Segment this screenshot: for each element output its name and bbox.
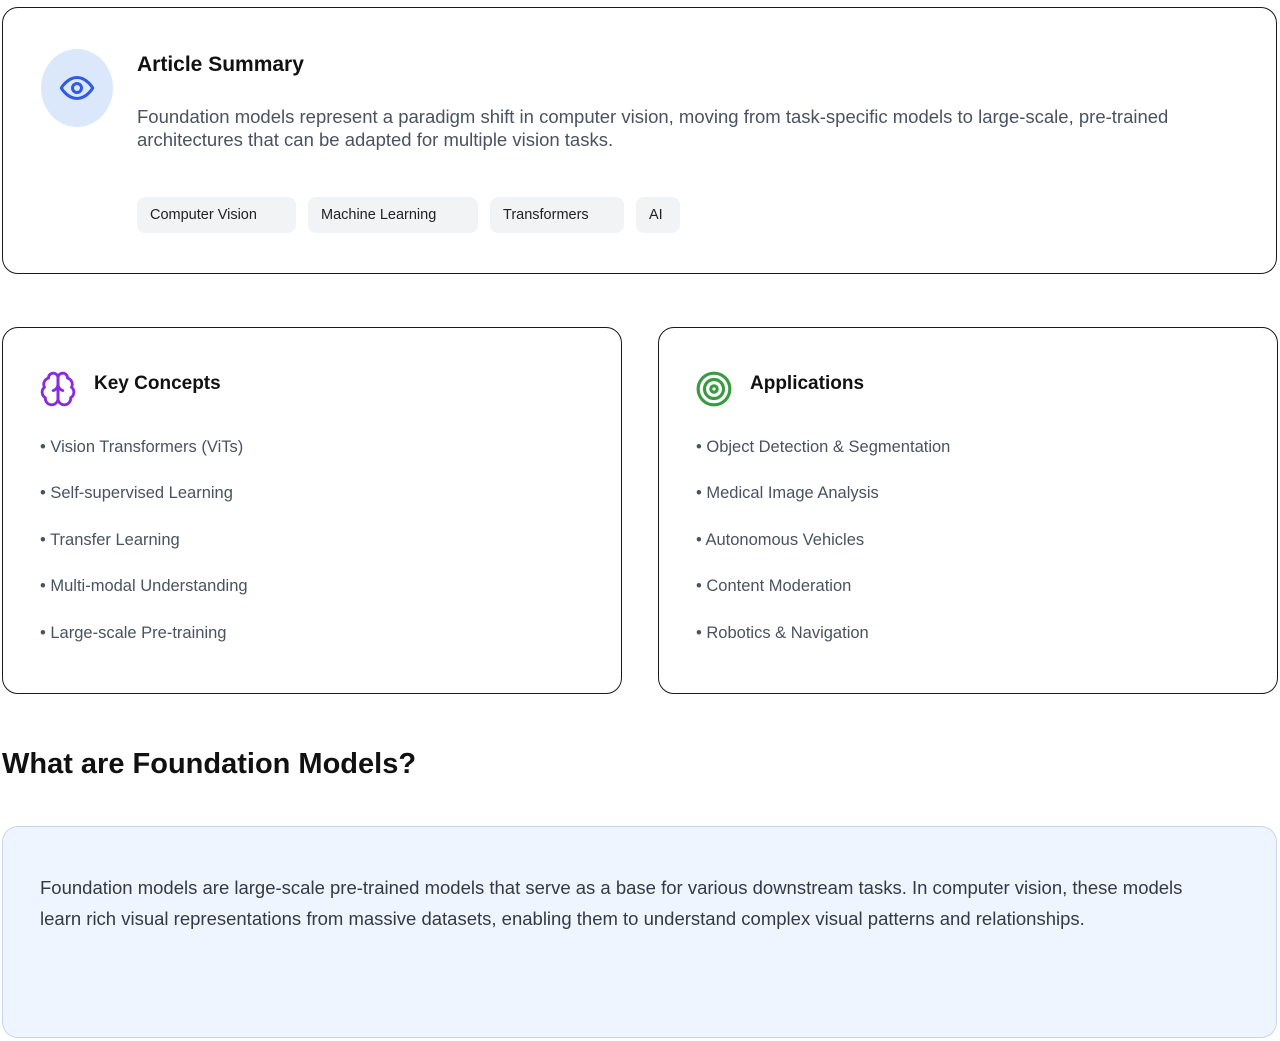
applications-card: Applications Object Detection & Segmenta… [658, 327, 1278, 694]
info-text: Foundation models are large-scale pre-tr… [40, 877, 1183, 929]
list-item: Object Detection & Segmentation [696, 437, 950, 483]
key-concepts-list: Vision Transformers (ViTs) Self-supervis… [40, 437, 248, 669]
target-icon [696, 371, 732, 407]
list-item: Content Moderation [696, 576, 950, 622]
key-concepts-title: Key Concepts [94, 373, 221, 394]
key-concepts-card: Key Concepts Vision Transformers (ViTs) … [2, 327, 622, 694]
list-item: Multi-modal Understanding [40, 576, 247, 622]
tag-ai[interactable]: AI [636, 197, 680, 233]
tag-transformers[interactable]: Transformers [490, 197, 624, 233]
applications-list: Object Detection & Segmentation Medical … [696, 437, 950, 669]
list-item: Transfer Learning [40, 530, 248, 576]
summary-title: Article Summary [137, 53, 304, 76]
eye-icon-badge [41, 49, 113, 127]
list-item: Large-scale Pre-training [40, 623, 248, 669]
list-item: Vision Transformers (ViTs) [40, 437, 248, 483]
foundation-models-info-box: Foundation models are large-scale pre-tr… [2, 826, 1277, 1038]
article-summary-card: Article Summary Foundation models repres… [2, 7, 1277, 274]
section-title: What are Foundation Models? [2, 748, 417, 780]
tag-list: Computer Vision Machine Learning Transfo… [137, 197, 692, 233]
applications-title: Applications [750, 373, 865, 394]
tag-machine-learning[interactable]: Machine Learning [308, 197, 478, 233]
brain-icon [40, 371, 76, 407]
list-item: Self-supervised Learning [40, 483, 248, 529]
eye-icon [59, 76, 95, 100]
summary-text: Foundation models represent a paradigm s… [137, 106, 1169, 150]
list-item: Robotics & Navigation [696, 623, 950, 669]
list-item: Medical Image Analysis [696, 483, 950, 529]
tag-computer-vision[interactable]: Computer Vision [137, 197, 296, 233]
list-item: Autonomous Vehicles [696, 530, 950, 576]
